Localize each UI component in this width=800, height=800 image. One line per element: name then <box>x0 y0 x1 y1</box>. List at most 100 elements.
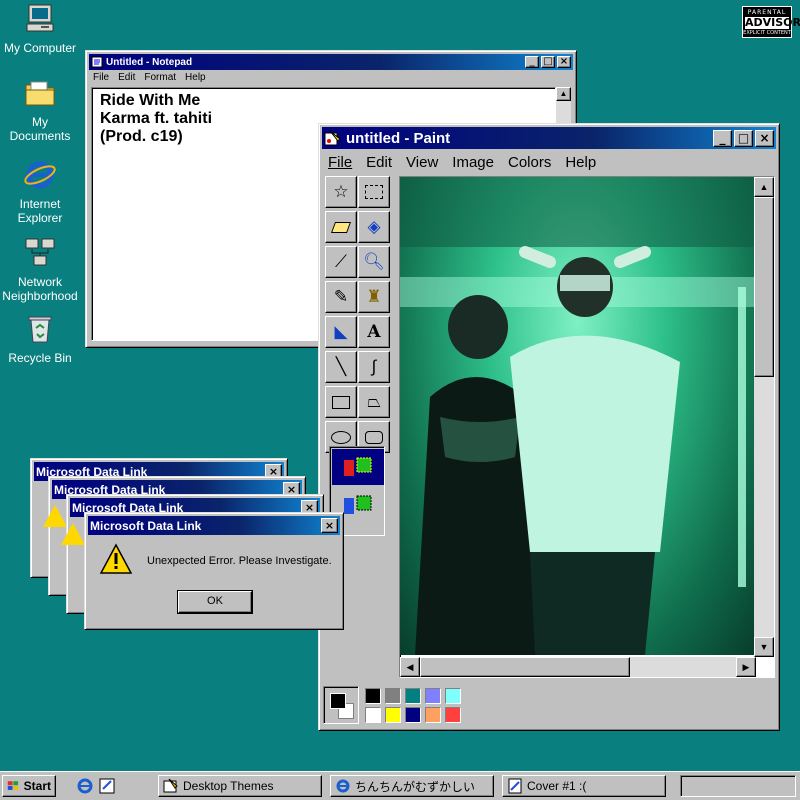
menu-help[interactable]: Help <box>565 154 596 171</box>
airbrush-tool[interactable]: ◣ <box>325 316 357 348</box>
menu-help[interactable]: Help <box>185 72 206 83</box>
paint-bucket-icon: ◈ <box>367 217 381 236</box>
paint-toolbox: ☆ ◈ ⟋ 🔍︎ ✎ ♜ ◣ A ╲ ∫ ⏢ <box>325 176 393 456</box>
menu-edit[interactable]: Edit <box>118 72 135 83</box>
current-colors[interactable] <box>323 686 359 724</box>
desktop-themes-icon <box>163 778 178 793</box>
line-icon: ╲ <box>335 357 347 376</box>
notepad-title: Untitled - Notepad <box>106 56 193 68</box>
task-cover[interactable]: Cover #1 :( <box>502 775 666 797</box>
fill-tool[interactable]: ◈ <box>358 211 390 243</box>
scroll-up-button[interactable]: ▲ <box>754 177 774 197</box>
palette-color[interactable] <box>405 707 421 723</box>
palette-color[interactable] <box>385 707 401 723</box>
dialog-titlebar[interactable]: Microsoft Data Link × <box>88 516 340 535</box>
ok-button[interactable]: OK <box>177 590 253 614</box>
canvas-vertical-scrollbar[interactable]: ▲ ▼ <box>754 177 774 657</box>
pencil-tool[interactable]: ✎ <box>325 281 357 313</box>
desktop-icon-label: Network Neighborhood <box>2 275 78 303</box>
two-figures-photo <box>400 177 754 655</box>
fill-option-selected[interactable] <box>332 449 384 485</box>
close-button[interactable]: × <box>321 518 338 533</box>
scroll-left-button[interactable]: ◀ <box>400 657 420 677</box>
notepad-line: Ride With Me <box>100 92 201 109</box>
eraser-icon <box>330 221 352 233</box>
magnifier-icon: 🔍︎ <box>363 252 385 271</box>
brush-tool[interactable]: ♜ <box>358 281 390 313</box>
menu-file[interactable]: File <box>93 72 109 83</box>
task-browser-window[interactable]: ちんちんがむずかしい <box>330 775 494 797</box>
scroll-thumb[interactable] <box>420 657 630 677</box>
paint-title: untitled - Paint <box>346 129 451 147</box>
palette-color[interactable] <box>385 688 401 704</box>
scroll-thumb[interactable] <box>754 197 774 377</box>
menu-view[interactable]: View <box>406 154 438 171</box>
paint-app-icon <box>324 130 341 146</box>
menu-image[interactable]: Image <box>452 154 494 171</box>
internet-explorer-icon <box>24 161 56 189</box>
notepad-titlebar[interactable]: Untitled - Notepad _ □ × <box>89 54 573 70</box>
palette-color[interactable] <box>425 707 441 723</box>
scroll-up-button[interactable]: ▲ <box>556 87 571 101</box>
advisory-line1: PARENTAL <box>747 9 787 16</box>
menu-colors[interactable]: Colors <box>508 154 551 171</box>
text-tool[interactable]: A <box>358 316 390 348</box>
curve-tool[interactable]: ∫ <box>358 351 390 383</box>
quick-launch-icon[interactable] <box>98 777 116 795</box>
palette-color[interactable] <box>405 688 421 704</box>
minimize-button[interactable]: _ <box>713 129 732 147</box>
maximize-button[interactable]: □ <box>734 129 753 147</box>
desktop-icon-my-computer[interactable]: My Computer <box>0 2 80 55</box>
maximize-button[interactable]: □ <box>541 56 555 68</box>
line-tool[interactable]: ╲ <box>325 351 357 383</box>
menu-format[interactable]: Format <box>144 72 176 83</box>
paint-titlebar[interactable]: untitled - Paint _ □ × <box>322 127 776 149</box>
desktop-icon-label: Internet Explorer <box>17 197 63 225</box>
close-button[interactable]: × <box>557 56 571 68</box>
menu-file[interactable]: File <box>328 154 352 171</box>
error-dialog: Microsoft Data Link × Unexpected Error. … <box>84 512 344 630</box>
brush-icon: ♜ <box>366 287 382 306</box>
task-label: Desktop Themes <box>183 779 274 793</box>
rounded-rect-icon <box>365 430 383 444</box>
scroll-right-button[interactable]: ▶ <box>736 657 756 677</box>
palette-color[interactable] <box>365 707 381 723</box>
document-icon <box>508 778 522 794</box>
close-button[interactable]: × <box>755 129 774 147</box>
curve-icon: ∫ <box>371 357 377 376</box>
color-picker-tool[interactable]: ⟋ <box>325 246 357 278</box>
dialog-title: Microsoft Data Link <box>90 518 202 533</box>
advisory-line2: ADVISORY <box>745 16 800 29</box>
notepad-menubar: File Edit Format Help <box>89 70 573 85</box>
palette-color[interactable] <box>445 707 461 723</box>
canvas-horizontal-scrollbar[interactable]: ◀ ▶ <box>400 657 756 677</box>
scroll-down-button[interactable]: ▼ <box>754 637 774 657</box>
paint-window: untitled - Paint _ □ × File Edit View Im… <box>318 123 780 731</box>
palette-color[interactable] <box>365 688 381 704</box>
foreground-color-swatch <box>330 693 346 709</box>
airbrush-icon: ◣ <box>334 322 348 341</box>
canvas-photo[interactable] <box>400 177 754 655</box>
polygon-tool[interactable]: ⏢ <box>358 386 390 418</box>
free-select-tool[interactable]: ☆ <box>325 176 357 208</box>
eraser-tool[interactable] <box>325 211 357 243</box>
desktop-icon-network-neighborhood[interactable]: Network Neighborhood <box>0 236 80 303</box>
menu-edit[interactable]: Edit <box>366 154 392 171</box>
task-desktop-themes[interactable]: Desktop Themes <box>158 775 322 797</box>
desktop-icon-recycle-bin[interactable]: Recycle Bin <box>0 312 80 365</box>
paint-canvas-area[interactable]: ▲ ▼ ◀ ▶ <box>399 176 775 678</box>
rect-select-tool[interactable] <box>358 176 390 208</box>
color-palette <box>323 686 773 724</box>
desktop-icon-my-documents[interactable]: My Documents <box>0 76 80 143</box>
shapes-icon <box>344 495 372 514</box>
windows-logo-icon <box>7 781 19 790</box>
minimize-button[interactable]: _ <box>525 56 539 68</box>
task-label: ちんちんがむずかしい <box>355 779 476 794</box>
internet-explorer-icon[interactable] <box>76 777 94 795</box>
palette-color[interactable] <box>445 688 461 704</box>
palette-color[interactable] <box>425 688 441 704</box>
start-button[interactable]: Start <box>2 775 56 797</box>
magnifier-tool[interactable]: 🔍︎ <box>358 246 390 278</box>
rectangle-tool[interactable] <box>325 386 357 418</box>
desktop-icon-internet-explorer[interactable]: Internet Explorer <box>0 158 80 225</box>
